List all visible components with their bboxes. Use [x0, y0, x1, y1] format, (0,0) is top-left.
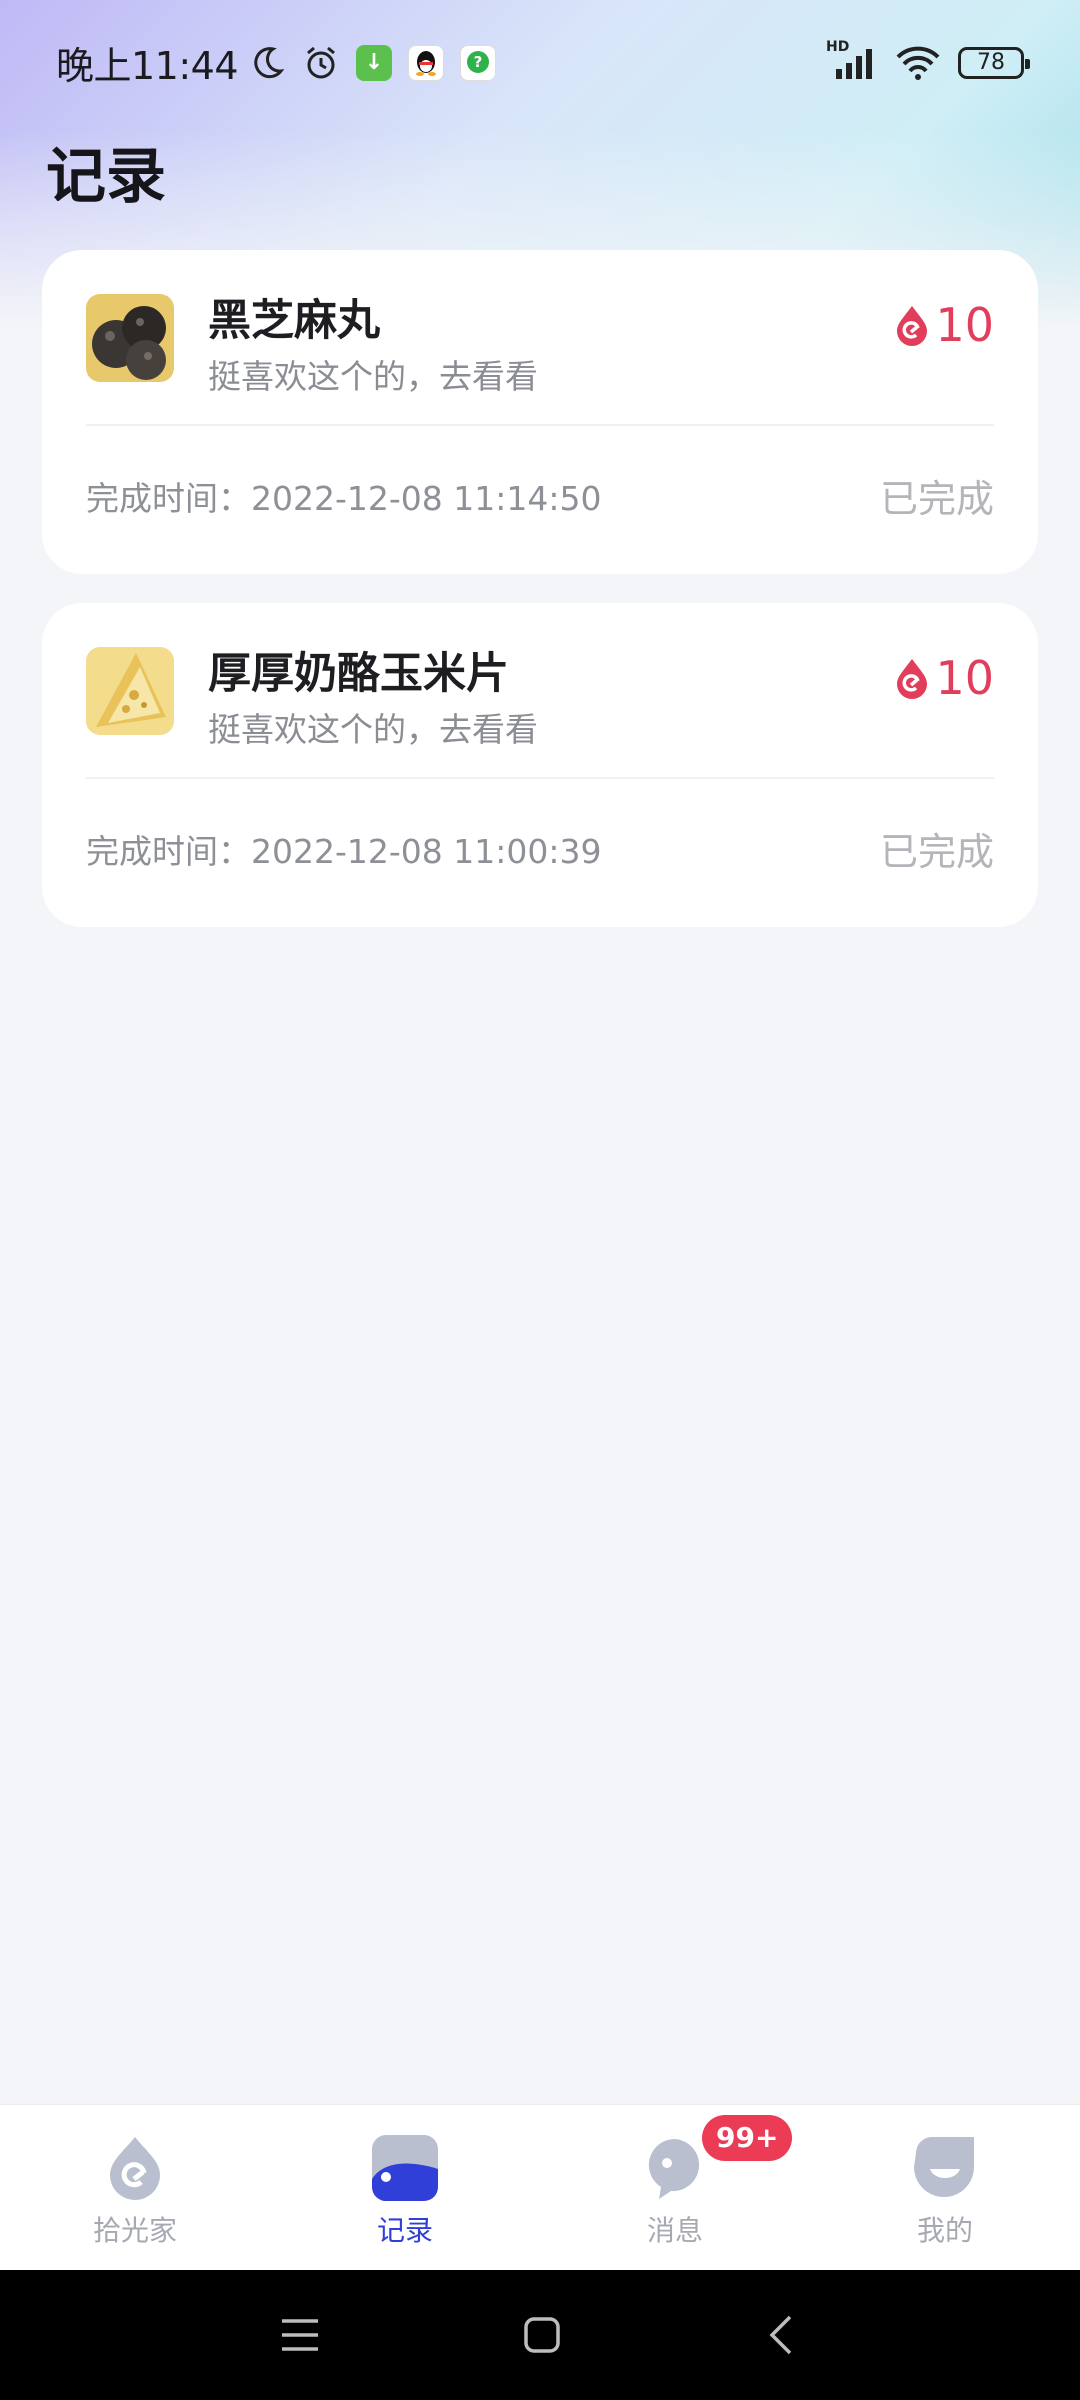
- help-app-icon: ?: [460, 44, 497, 81]
- nav-label: 记录: [376, 2214, 433, 2247]
- record-icon: [372, 2135, 438, 2201]
- network-label: HD: [826, 38, 850, 55]
- card-divider: [86, 424, 994, 426]
- signal-icon: HD: [826, 39, 878, 81]
- alarm-icon: [302, 44, 340, 82]
- nav-item-messages[interactable]: 99+ 消息: [540, 2105, 810, 2270]
- qq-icon: [408, 44, 445, 81]
- svg-text:?: ?: [474, 53, 483, 71]
- status-bar: 晚上11:44 ↓ ? HD 78: [0, 0, 1080, 125]
- nav-item-profile[interactable]: 我的: [810, 2105, 1080, 2270]
- card-divider: [86, 777, 994, 779]
- record-points: 10: [893, 651, 994, 705]
- download-icon: ↓: [356, 44, 393, 81]
- record-points: 10: [893, 298, 994, 352]
- menu-icon[interactable]: [278, 2315, 322, 2355]
- completion-time-label: 完成时间：: [86, 479, 251, 518]
- message-icon: [648, 2138, 700, 2199]
- record-description[interactable]: 挺喜欢这个的，去看看: [208, 350, 538, 398]
- moon-icon: [248, 44, 286, 82]
- status-label: 已完成: [879, 477, 994, 521]
- status-time: 晚上11:44: [56, 44, 239, 88]
- back-icon[interactable]: [762, 2313, 802, 2357]
- drop-icon: [110, 2137, 160, 2200]
- page-title: 记录: [46, 142, 166, 212]
- cheese-corn-chips-image: [86, 647, 174, 735]
- record-name: 黑芝麻丸: [208, 296, 380, 346]
- record-card[interactable]: 厚厚奶酪玉米片 挺喜欢这个的，去看看 10 完成时间：2022-12-08 11…: [42, 603, 1038, 927]
- points-drop-icon: [897, 659, 928, 699]
- points-drop-icon: [897, 306, 928, 346]
- bottom-nav: 拾光家 记录 99+ 消息 我的: [0, 2104, 1080, 2270]
- record-card[interactable]: 黑芝麻丸 挺喜欢这个的，去看看 10 完成时间：2022-12-08 11:14…: [42, 250, 1038, 574]
- completion-time-value: 2022-12-08 11:14:50: [251, 479, 602, 518]
- completion-time-label: 完成时间：: [86, 832, 251, 871]
- completion-time: 完成时间：2022-12-08 11:00:39: [86, 825, 601, 873]
- unread-badge: 99+: [702, 2115, 793, 2161]
- nav-label: 我的: [916, 2214, 973, 2247]
- status-system-icons: HD 78: [826, 39, 1030, 81]
- record-name: 厚厚奶酪玉米片: [208, 649, 509, 699]
- status-label: 已完成: [879, 830, 994, 874]
- points-value: 10: [935, 298, 994, 352]
- black-sesame-ball-image: [86, 294, 174, 382]
- record-description[interactable]: 挺喜欢这个的，去看看: [208, 703, 538, 751]
- nav-item-records[interactable]: 记录: [270, 2105, 540, 2270]
- points-value: 10: [935, 651, 994, 705]
- nav-label: 拾光家: [92, 2214, 177, 2247]
- status-notification-icons: ↓ ?: [248, 44, 497, 82]
- battery-indicator: 78: [958, 46, 1030, 79]
- completion-time-value: 2022-12-08 11:00:39: [251, 832, 602, 871]
- profile-icon: [914, 2137, 974, 2197]
- home-icon[interactable]: [522, 2315, 562, 2355]
- battery-level: 78: [977, 50, 1005, 75]
- nav-item-home[interactable]: 拾光家: [0, 2105, 270, 2270]
- nav-label: 消息: [646, 2214, 703, 2247]
- wifi-icon: [894, 45, 942, 81]
- system-nav-bar: [0, 2270, 1080, 2400]
- completion-time: 完成时间：2022-12-08 11:14:50: [86, 472, 601, 520]
